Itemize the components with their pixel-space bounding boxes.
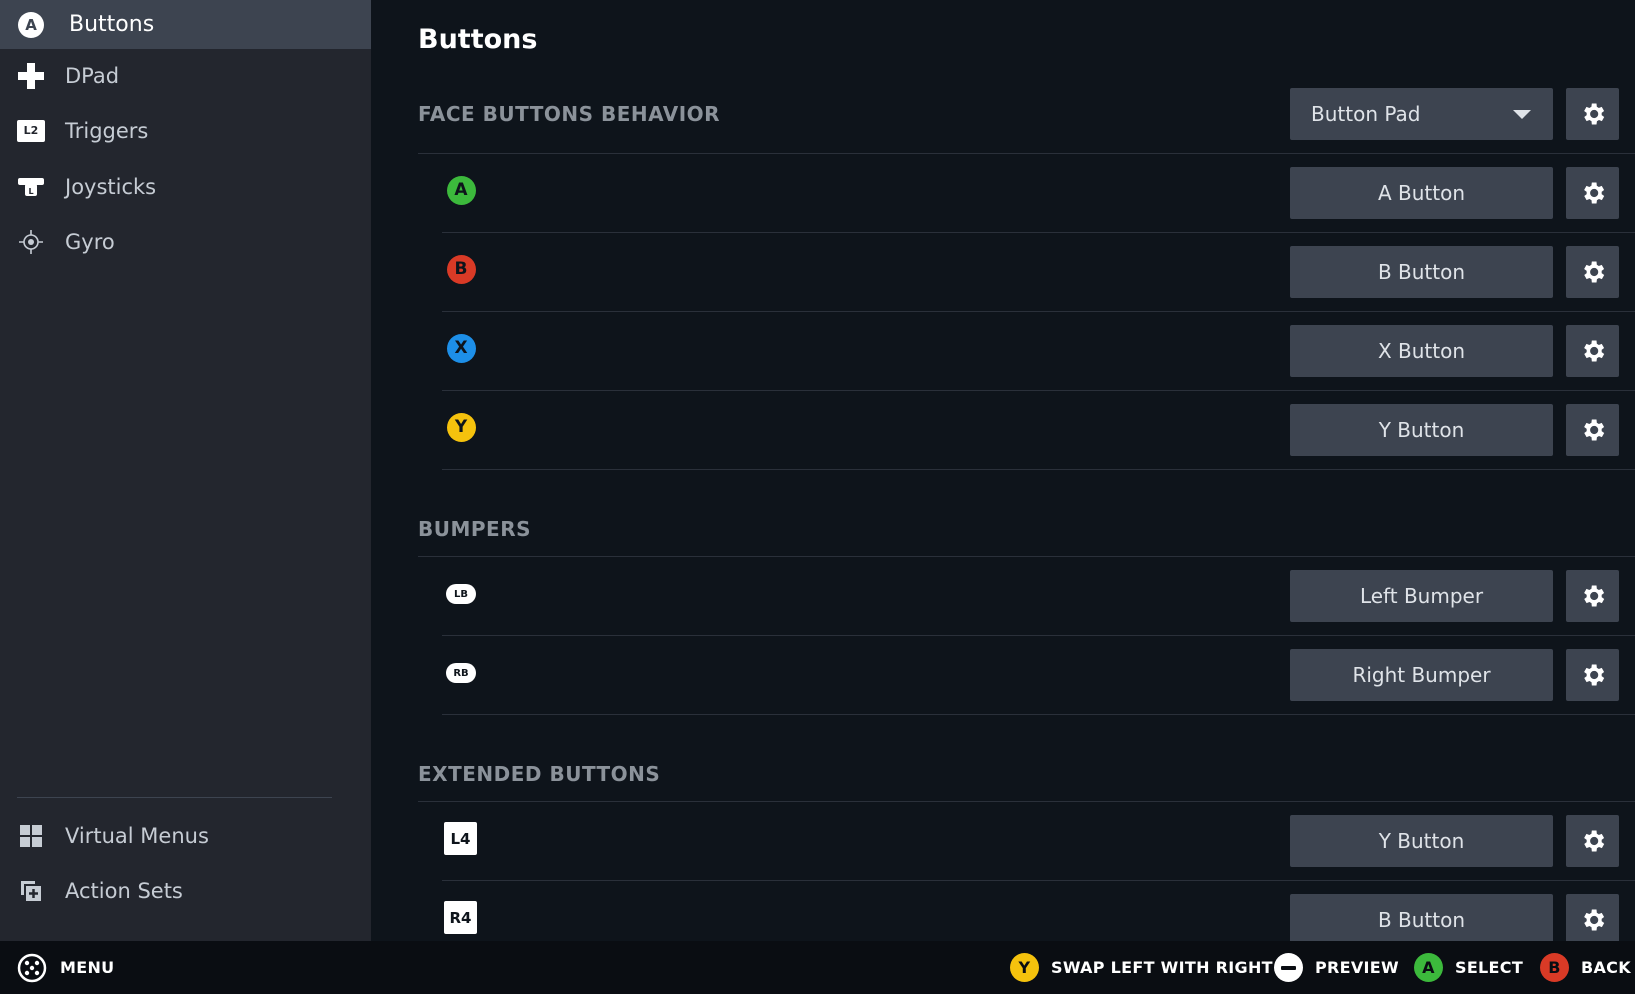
- settings-button-l4[interactable]: [1566, 815, 1619, 867]
- face-behavior-settings-button[interactable]: [1566, 88, 1619, 140]
- page-title: Buttons: [418, 24, 538, 55]
- divider: [442, 469, 1635, 470]
- sidebar-item-label: Buttons: [69, 12, 155, 37]
- gear-icon: [1579, 337, 1607, 365]
- gear-icon: [1579, 416, 1607, 444]
- gear-icon: [1579, 906, 1607, 934]
- joystick-icon: L: [17, 173, 45, 201]
- binding-button-a[interactable]: A Button: [1290, 167, 1553, 219]
- divider: [442, 232, 1635, 233]
- footer-select-hint[interactable]: A SELECT: [1414, 941, 1523, 994]
- sidebar-item-label: Triggers: [65, 118, 149, 143]
- binding-button-b[interactable]: B Button: [1290, 246, 1553, 298]
- binding-button-rb[interactable]: Right Bumper: [1290, 649, 1553, 701]
- l4-glyph-icon: L4: [444, 822, 477, 855]
- sidebar-item-triggers[interactable]: L2 Triggers: [0, 103, 371, 158]
- settings-button-r4[interactable]: [1566, 894, 1619, 941]
- sidebar-item-virtual-menus[interactable]: Virtual Menus: [0, 808, 371, 863]
- settings-button-lb[interactable]: [1566, 570, 1619, 622]
- y-button-glyph-icon: Y: [446, 412, 476, 442]
- dpad-icon: [17, 62, 45, 90]
- dropdown-value: Button Pad: [1311, 102, 1421, 126]
- footer-preview-hint[interactable]: PREVIEW: [1274, 941, 1399, 994]
- binding-button-l4[interactable]: Y Button: [1290, 815, 1553, 867]
- divider: [442, 390, 1635, 391]
- gear-icon: [1579, 100, 1607, 128]
- a-button-icon: A: [17, 11, 45, 39]
- chevron-down-icon: [1513, 110, 1531, 119]
- sidebar-item-label: Virtual Menus: [65, 823, 209, 848]
- footer-back-label: BACK: [1581, 958, 1631, 977]
- divider: [418, 801, 1635, 802]
- gear-icon: [1579, 827, 1607, 855]
- sidebar-item-label: DPad: [65, 63, 120, 88]
- settings-button-rb[interactable]: [1566, 649, 1619, 701]
- divider: [442, 880, 1635, 881]
- sidebar-item-dpad[interactable]: DPad: [0, 48, 371, 103]
- lb-bumper-glyph-icon: LB: [446, 579, 476, 609]
- gyro-icon: [17, 228, 45, 256]
- footer-swap-hint[interactable]: Y SWAP LEFT WITH RIGHT: [1010, 941, 1273, 994]
- footer-select-label: SELECT: [1455, 958, 1524, 977]
- footer-menu-label: MENU: [60, 958, 115, 977]
- footer-menu-hint[interactable]: MENU: [17, 941, 114, 994]
- r4-glyph-icon: R4: [444, 901, 477, 934]
- settings-button-y[interactable]: [1566, 404, 1619, 456]
- sidebar-item-buttons[interactable]: A Buttons: [0, 0, 371, 49]
- gear-icon: [1579, 179, 1607, 207]
- x-button-glyph-icon: X: [446, 333, 476, 363]
- divider: [442, 311, 1635, 312]
- gear-icon: [1579, 258, 1607, 286]
- sidebar-item-action-sets[interactable]: Action Sets: [0, 863, 371, 918]
- binding-button-y[interactable]: Y Button: [1290, 404, 1553, 456]
- divider: [442, 635, 1635, 636]
- footer-preview-label: PREVIEW: [1315, 958, 1399, 977]
- sidebar-item-label: Action Sets: [65, 878, 183, 903]
- footer-back-hint[interactable]: B BACK: [1540, 941, 1631, 994]
- gear-icon: [1579, 661, 1607, 689]
- rb-bumper-glyph-icon: RB: [446, 658, 476, 688]
- sidebar-item-gyro[interactable]: Gyro: [0, 214, 371, 269]
- action-sets-icon: [17, 877, 45, 905]
- sidebar-item-label: Joysticks: [65, 174, 157, 199]
- footer-hint-bar: MENU Y SWAP LEFT WITH RIGHT PREVIEW A SE…: [0, 941, 1635, 994]
- divider: [418, 556, 1635, 557]
- binding-button-r4[interactable]: B Button: [1290, 894, 1553, 941]
- b-button-icon: B: [1540, 953, 1569, 982]
- sidebar-divider: [17, 797, 332, 798]
- svg-text:L: L: [28, 187, 33, 196]
- footer-swap-label: SWAP LEFT WITH RIGHT: [1051, 958, 1273, 977]
- binding-button-x[interactable]: X Button: [1290, 325, 1553, 377]
- a-button-glyph-icon: A: [446, 175, 476, 205]
- steam-menu-icon: [17, 953, 47, 983]
- main-panel: Buttons FACE BUTTONS BEHAVIOR Button Pad…: [371, 0, 1635, 941]
- divider: [418, 153, 1635, 154]
- divider: [442, 714, 1635, 715]
- section-title-bumpers: BUMPERS: [418, 517, 532, 541]
- settings-button-b[interactable]: [1566, 246, 1619, 298]
- sidebar: A Buttons DPad L2 Triggers L Joysticks G…: [0, 0, 371, 941]
- b-button-glyph-icon: B: [446, 254, 476, 284]
- y-button-icon: Y: [1010, 953, 1039, 982]
- gear-icon: [1579, 582, 1607, 610]
- l2-trigger-icon: L2: [17, 117, 45, 145]
- virtual-menus-icon: [17, 822, 45, 850]
- minus-button-icon: [1274, 953, 1303, 982]
- sidebar-item-joysticks[interactable]: L Joysticks: [0, 159, 371, 214]
- settings-button-x[interactable]: [1566, 325, 1619, 377]
- sidebar-item-label: Gyro: [65, 229, 115, 254]
- binding-button-lb[interactable]: Left Bumper: [1290, 570, 1553, 622]
- face-buttons-behavior-dropdown[interactable]: Button Pad: [1290, 88, 1553, 140]
- a-button-icon: A: [1414, 953, 1443, 982]
- settings-button-a[interactable]: [1566, 167, 1619, 219]
- section-title-extended-buttons: EXTENDED BUTTONS: [418, 762, 661, 786]
- controller-config-app: A Buttons DPad L2 Triggers L Joysticks G…: [0, 0, 1635, 994]
- section-title-face-buttons: FACE BUTTONS BEHAVIOR: [418, 102, 721, 126]
